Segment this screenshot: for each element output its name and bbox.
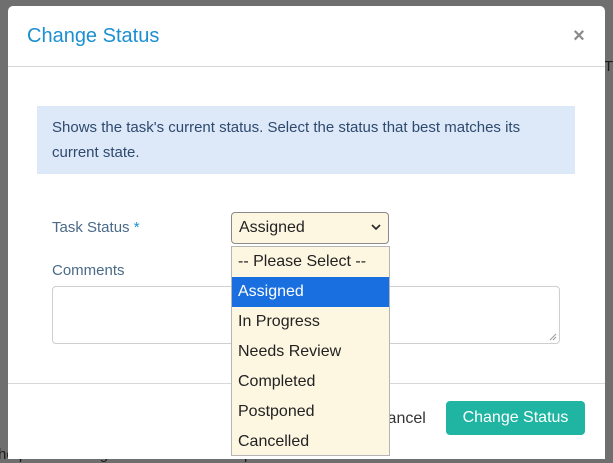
dropdown-option-in-progress[interactable]: In Progress bbox=[232, 307, 389, 337]
change-status-button[interactable]: Change Status bbox=[446, 401, 585, 435]
task-status-select-value: Assigned bbox=[239, 219, 305, 236]
modal-header: Change Status × bbox=[8, 6, 605, 67]
task-status-label: Task Status * bbox=[52, 219, 140, 236]
task-status-dropdown-list: -- Please Select -- Assigned In Progress… bbox=[231, 246, 390, 456]
chevron-down-icon bbox=[371, 224, 381, 231]
resize-grip-icon[interactable] bbox=[549, 333, 557, 341]
background-page-letter: T bbox=[604, 58, 613, 75]
dropdown-option-cancelled[interactable]: Cancelled bbox=[232, 427, 389, 457]
dropdown-option-assigned[interactable]: Assigned bbox=[232, 277, 389, 307]
close-icon[interactable]: × bbox=[569, 24, 589, 48]
dropdown-option-postponed[interactable]: Postponed bbox=[232, 397, 389, 427]
dropdown-option-please-select[interactable]: -- Please Select -- bbox=[232, 247, 389, 277]
comments-label: Comments bbox=[52, 262, 125, 279]
required-marker: * bbox=[133, 219, 140, 236]
task-status-select[interactable]: Assigned bbox=[231, 212, 389, 244]
task-status-label-text: Task Status bbox=[52, 219, 130, 236]
info-alert: Shows the task's current status. Select … bbox=[37, 106, 575, 174]
modal-title: Change Status bbox=[27, 25, 160, 47]
dropdown-option-needs-review[interactable]: Needs Review bbox=[232, 337, 389, 367]
dropdown-option-completed[interactable]: Completed bbox=[232, 367, 389, 397]
